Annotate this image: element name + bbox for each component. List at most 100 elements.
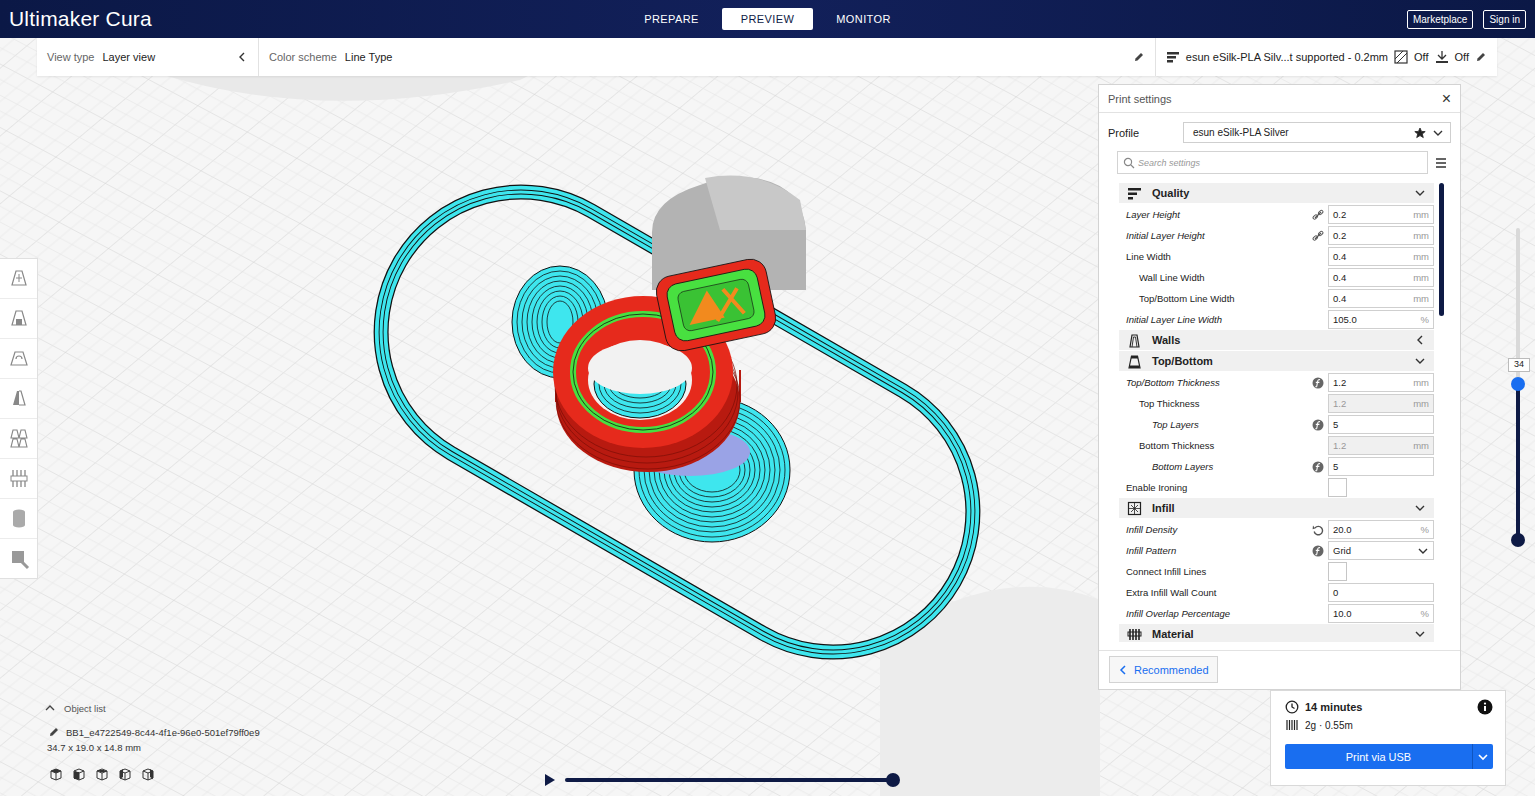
move-tool-icon[interactable]	[7, 267, 31, 291]
chevron-down-icon[interactable]	[1414, 502, 1426, 514]
marker-slot	[1308, 461, 1328, 473]
tool-button[interactable]	[0, 378, 37, 418]
stage-tab[interactable]: PREVIEW	[722, 8, 814, 30]
recommended-button[interactable]: Recommended	[1109, 656, 1218, 683]
link-icon[interactable]	[1312, 209, 1324, 221]
close-button[interactable]: ×	[1442, 91, 1451, 107]
setting-field[interactable]: 0.4mm	[1328, 247, 1434, 266]
function-icon[interactable]	[1312, 377, 1324, 389]
settings-category[interactable]: Quality	[1119, 183, 1434, 204]
setting-checkbox[interactable]	[1328, 562, 1347, 581]
print-options-button[interactable]	[1472, 744, 1493, 769]
top-view-icon[interactable]	[95, 767, 109, 781]
setting-row: Line Width0.4mm	[1119, 246, 1434, 267]
profile-dropdown[interactable]: esun eSilk-PLA Silver	[1183, 122, 1451, 143]
chevron-down-icon[interactable]	[1414, 628, 1426, 640]
search-field[interactable]	[1138, 158, 1422, 168]
layer-slider[interactable]: 34	[1505, 222, 1531, 546]
reset-icon[interactable]	[1312, 524, 1324, 536]
settings-category[interactable]: Top/Bottom	[1119, 351, 1434, 372]
3d-view-icon[interactable]	[49, 767, 63, 781]
setting-field[interactable]: 5	[1328, 415, 1434, 434]
left-view-icon[interactable]	[118, 767, 132, 781]
pencil-icon[interactable]	[48, 726, 60, 738]
setting-field[interactable]: 1.2mm	[1328, 373, 1434, 392]
setting-dropdown[interactable]: Grid	[1328, 541, 1434, 560]
setting-field[interactable]: 0	[1328, 583, 1434, 602]
setting-field[interactable]: 20.0%	[1328, 520, 1434, 539]
support-blocker-icon[interactable]	[7, 467, 31, 491]
pencil-icon[interactable]	[1475, 51, 1487, 63]
field-unit: %	[1421, 608, 1429, 619]
mirror-tool-icon[interactable]	[7, 387, 31, 411]
object-list-header[interactable]: Object list	[44, 702, 364, 714]
tool-button[interactable]	[0, 538, 37, 578]
layer-lower-handle[interactable]	[1511, 533, 1525, 547]
info-icon[interactable]	[1477, 699, 1493, 715]
settings-menu-icon[interactable]	[1434, 156, 1448, 170]
function-icon[interactable]	[1312, 419, 1324, 431]
view-type-selector[interactable]: View typeLayer view	[37, 38, 258, 76]
per-model-settings-icon[interactable]	[7, 427, 31, 451]
setting-field[interactable]: 0.4mm	[1328, 268, 1434, 287]
stage-tabs: PREPARE PREVIEW MONITOR	[633, 8, 902, 30]
chevron-down-icon[interactable]	[1414, 187, 1426, 199]
function-icon[interactable]	[1312, 545, 1324, 557]
scrollbar-thumb[interactable]	[1439, 183, 1444, 316]
color-scheme-selector[interactable]: Color schemeLine Type	[258, 38, 1155, 76]
stage-tab[interactable]: MONITOR	[825, 8, 902, 30]
custom-support-icon[interactable]	[7, 547, 31, 571]
chevron-down-icon[interactable]	[1432, 127, 1444, 139]
chevron-left-icon[interactable]	[1414, 334, 1426, 346]
setting-field[interactable]: 105.0%	[1328, 310, 1434, 329]
header-button[interactable]: Marketplace	[1407, 10, 1473, 29]
print-setup-selector[interactable]: esun eSilk-PLA Silv...t supported - 0.2m…	[1155, 38, 1497, 76]
right-view-icon[interactable]	[141, 767, 155, 781]
layer-value-box[interactable]: 34	[1508, 358, 1530, 372]
setting-field[interactable]: 10.0%	[1328, 604, 1434, 623]
support-state: Off	[1414, 51, 1428, 63]
chevron-up-icon[interactable]	[44, 702, 56, 714]
settings-list-wrap: QualityLayer Height0.2mmInitial Layer He…	[1099, 174, 1460, 642]
tool-button[interactable]	[0, 298, 37, 338]
tool-button[interactable]	[0, 259, 37, 298]
setting-label: Infill Pattern	[1126, 545, 1308, 556]
front-view-icon[interactable]	[72, 767, 86, 781]
print-time: 14 minutes	[1305, 701, 1471, 713]
setting-field[interactable]: 5	[1328, 457, 1434, 476]
stage-tab[interactable]: PREPARE	[633, 8, 710, 30]
rotate-tool-icon[interactable]	[7, 347, 31, 371]
favorite-star-icon[interactable]	[1414, 127, 1426, 139]
tool-button[interactable]	[0, 338, 37, 378]
setting-checkbox[interactable]	[1328, 478, 1347, 497]
settings-category[interactable]: Infill	[1119, 498, 1434, 519]
layer-slider-track[interactable]: 34	[1516, 228, 1520, 540]
profile-label: Profile	[1108, 127, 1183, 139]
chevron-left-icon[interactable]	[236, 51, 248, 63]
scale-tool-icon[interactable]	[7, 307, 31, 331]
layer-upper-handle[interactable]	[1511, 377, 1525, 391]
setting-field[interactable]: 0.2mm	[1328, 226, 1434, 245]
view-type-value: Layer view	[103, 51, 156, 63]
settings-category[interactable]: Material	[1119, 624, 1434, 642]
object-name: BB1_e4722549-8c44-4f1e-96e0-501ef79ff0e9	[66, 727, 260, 738]
tool-button[interactable]	[0, 458, 37, 498]
function-icon[interactable]	[1312, 461, 1324, 473]
header-button[interactable]: Sign in	[1483, 10, 1526, 29]
play-icon[interactable]	[543, 773, 557, 787]
pencil-icon[interactable]	[1133, 51, 1145, 63]
link-icon[interactable]	[1312, 230, 1324, 242]
cylinder-icon[interactable]	[7, 507, 31, 531]
chevron-down-icon[interactable]	[1414, 355, 1426, 367]
setting-field[interactable]: 0.4mm	[1328, 289, 1434, 308]
simulation-track[interactable]	[565, 778, 893, 782]
print-button[interactable]: Print via USB	[1285, 744, 1472, 769]
tool-button[interactable]	[0, 498, 37, 538]
simulation-handle[interactable]	[886, 773, 900, 787]
field-unit: mm	[1413, 230, 1429, 241]
tool-button[interactable]	[0, 418, 37, 458]
search-box[interactable]	[1117, 151, 1428, 174]
category-label: Material	[1152, 628, 1404, 640]
setting-field[interactable]: 0.2mm	[1328, 205, 1434, 224]
settings-category[interactable]: Walls	[1119, 330, 1434, 351]
